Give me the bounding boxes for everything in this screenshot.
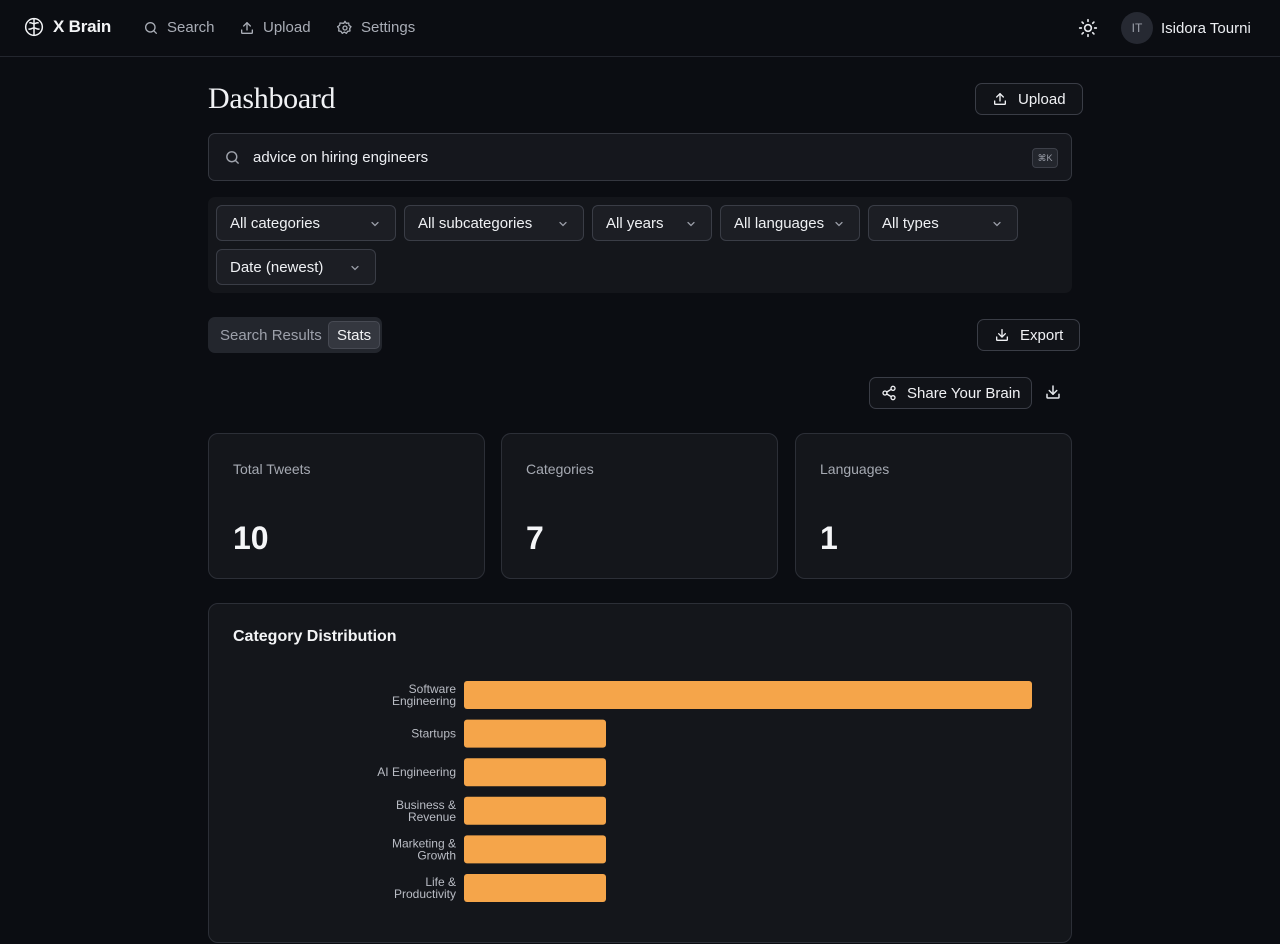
search-icon (224, 149, 241, 166)
search-bar: ⌘K (208, 133, 1072, 181)
sun-icon (1078, 18, 1098, 38)
brand-logo[interactable]: X Brain (24, 17, 111, 37)
chart-bar[interactable] (464, 719, 606, 748)
filter-panel: All categories All subcategories All yea… (208, 197, 1072, 293)
select-value: All categories (230, 214, 321, 232)
chart-category-label: AI Engineering (377, 765, 456, 779)
user-name: Isidora Tourni (1161, 19, 1251, 37)
year-select[interactable]: All years (592, 205, 712, 241)
chart-category-label: Life & Productivity (394, 875, 456, 901)
chart-bar-group: Life & Productivity (394, 874, 606, 902)
chart-bar-group: Marketing & Growth (392, 835, 606, 864)
language-select[interactable]: All languages (720, 205, 860, 241)
chart-category-label-line: Engineering (392, 694, 456, 708)
chart-category-label-line: Productivity (394, 887, 456, 901)
select-value: All subcategories (418, 214, 533, 232)
brand-name: X Brain (53, 17, 112, 36)
stat-card-total-tweets: Total Tweets 10 (208, 433, 485, 579)
download-icon (1044, 383, 1062, 401)
stat-label: Categories (526, 461, 594, 477)
keyboard-shortcut-badge: ⌘K (1032, 148, 1058, 168)
nav-link-label: Settings (361, 19, 416, 36)
brain-icon (24, 17, 44, 37)
chevron-down-icon (349, 262, 361, 274)
stat-value: 10 (233, 520, 269, 556)
chart-category-label: Business & Revenue (396, 798, 456, 824)
stat-card-categories: Categories 7 (501, 433, 778, 579)
category-select[interactable]: All categories (216, 205, 396, 241)
nav-link-label: Upload (263, 19, 311, 36)
type-select[interactable]: All types (868, 205, 1018, 241)
chart-bar[interactable] (464, 874, 606, 902)
chart-bar[interactable] (464, 758, 606, 787)
export-button-label: Export (1020, 326, 1064, 344)
chart-bar-group: Business & Revenue (396, 796, 606, 825)
sort-select[interactable]: Date (newest) (216, 249, 376, 285)
chart-category-label: Startups (411, 727, 456, 741)
chevron-down-icon (557, 218, 569, 230)
chart-category-label: Software Engineering (392, 682, 456, 708)
share-brain-button[interactable]: Share Your Brain (869, 377, 1033, 409)
avatar: IT (1121, 12, 1153, 44)
download-icon (994, 327, 1010, 343)
stat-value: 1 (820, 520, 838, 556)
select-value: All types (882, 214, 939, 232)
category-bar-chart: Software Engineering Startups AI Engineerin… (377, 681, 1032, 902)
page-title: Dashboard (208, 82, 336, 115)
nav-link-settings[interactable]: Settings (337, 19, 415, 36)
chart-bar[interactable] (464, 681, 1032, 709)
theme-toggle-button[interactable] (1078, 18, 1098, 38)
download-button[interactable] (1044, 383, 1062, 401)
share-icon (881, 385, 897, 401)
select-value: All years (606, 214, 664, 232)
select-value: All languages (734, 214, 825, 232)
chart-bar[interactable] (464, 835, 606, 864)
share-button-label: Share Your Brain (907, 384, 1021, 402)
chart-category-label-line: AI Engineering (377, 765, 456, 779)
upload-icon (992, 91, 1008, 107)
chart-category-label-line: Revenue (408, 810, 456, 824)
nav-link-search[interactable]: Search (143, 19, 215, 36)
chevron-down-icon (991, 218, 1003, 230)
export-button[interactable]: Export (977, 319, 1081, 351)
stat-card-languages: Languages 1 (795, 433, 1072, 579)
select-value: Date (newest) (230, 258, 324, 276)
tab-search-results[interactable]: Search Results (220, 317, 322, 353)
chevron-down-icon (833, 218, 845, 230)
upload-icon (239, 20, 255, 36)
nav-link-upload[interactable]: Upload (239, 19, 311, 36)
chart-bar-group: Software Engineering (392, 681, 1032, 709)
chevron-down-icon (685, 218, 697, 230)
stat-value: 7 (526, 520, 544, 556)
nav-link-label: Search (167, 19, 215, 36)
tab-stats[interactable]: Stats (328, 321, 381, 349)
chart-bar-group: Startups (411, 719, 606, 748)
subcategory-select[interactable]: All subcategories (404, 205, 584, 241)
gear-icon (337, 20, 353, 36)
view-tabs: Search Results Stats (208, 317, 382, 353)
stat-label: Total Tweets (233, 461, 311, 477)
upload-button-label: Upload (1018, 90, 1066, 108)
search-input[interactable] (253, 134, 1013, 180)
upload-button[interactable]: Upload (975, 83, 1083, 115)
top-navbar: X Brain Search Upload Settings IT Isidor… (0, 0, 1280, 57)
category-distribution-card: Category Distribution Software Engineerin… (208, 603, 1072, 943)
chart-category-label: Marketing & Growth (392, 836, 456, 862)
chevron-down-icon (369, 218, 381, 230)
chart-category-label-line: Growth (417, 848, 456, 862)
search-icon (143, 20, 159, 36)
chart-bar[interactable] (464, 796, 606, 825)
stat-label: Languages (820, 461, 890, 477)
chart-category-label-line: Startups (411, 727, 456, 741)
chart-bar-group: AI Engineering (377, 758, 606, 787)
user-menu[interactable]: IT Isidora Tourni (1121, 12, 1251, 44)
